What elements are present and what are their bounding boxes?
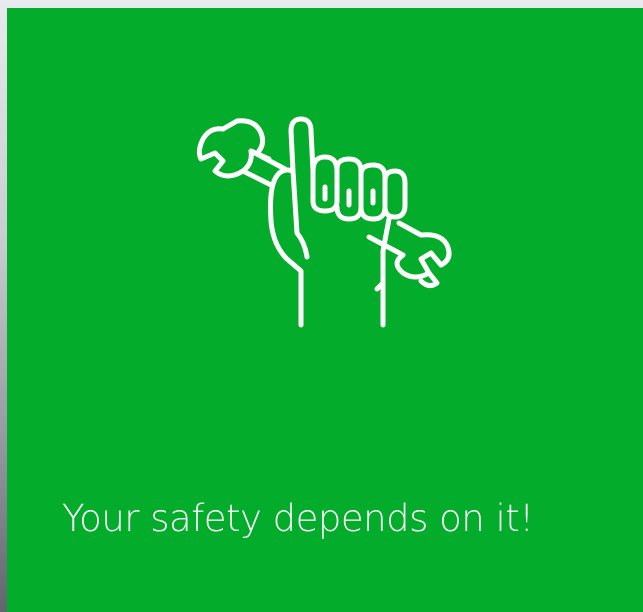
safety-card: Your safety depends on it! — [7, 8, 643, 612]
hand-holding-wrench-icon — [185, 111, 485, 341]
safety-tagline: Your safety depends on it! — [62, 497, 534, 540]
